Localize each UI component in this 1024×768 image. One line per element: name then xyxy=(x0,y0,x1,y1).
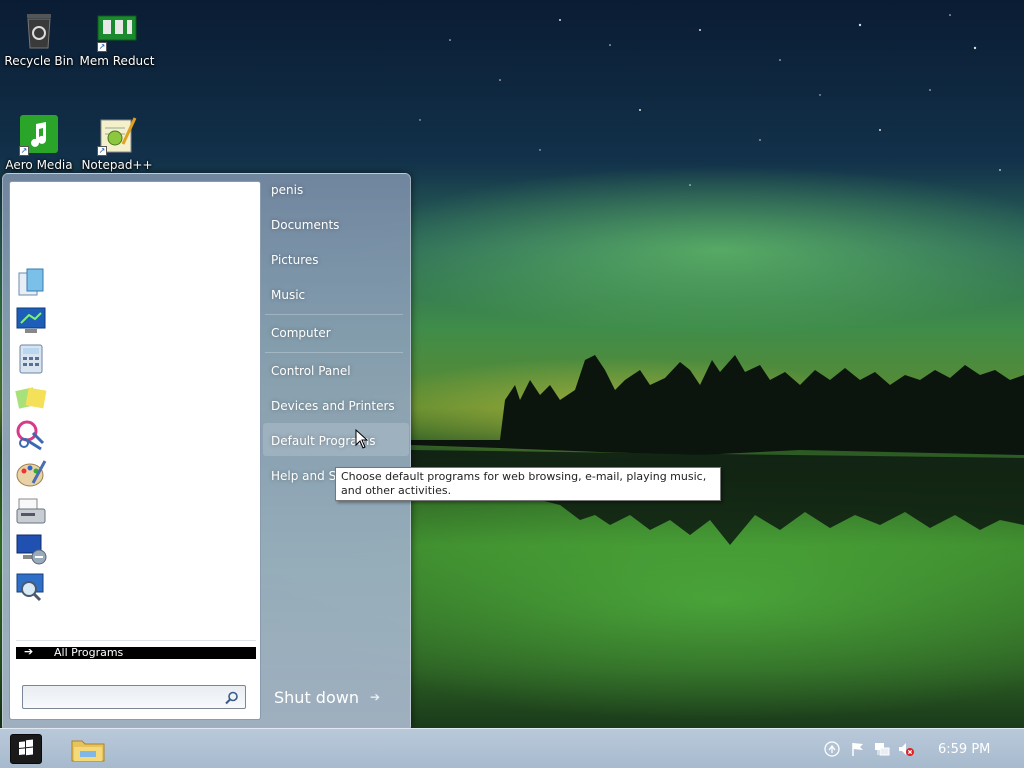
start-item-control-panel[interactable]: Control Panel xyxy=(271,364,351,378)
default-programs-tooltip: Choose default programs for web browsing… xyxy=(335,467,721,501)
shortcut-arrow-icon: ↗ xyxy=(97,146,107,156)
desktop-icon-label: Notepad++ xyxy=(81,158,153,172)
calculator-icon[interactable] xyxy=(15,343,47,375)
network-icon[interactable] xyxy=(874,741,890,757)
file-explorer-icon xyxy=(71,740,105,762)
shortcut-arrow-icon: ↗ xyxy=(19,146,29,156)
desktop-icon-notepad-plus[interactable]: ↗ Notepad++ xyxy=(78,114,156,174)
desktop-icon-mem-reduct[interactable]: ↗ Mem Reduct xyxy=(78,10,156,68)
start-item-pictures[interactable]: Pictures xyxy=(271,253,319,267)
volume-muted-icon[interactable] xyxy=(898,741,914,757)
action-center-up-icon[interactable] xyxy=(824,741,840,757)
shutdown-button[interactable]: Shut down xyxy=(274,688,359,707)
start-item-music[interactable]: Music xyxy=(271,288,305,302)
notepad-icon: ↗ xyxy=(97,114,137,156)
start-item-computer[interactable]: Computer xyxy=(271,326,331,340)
desktop-icon-label: Mem Reduct xyxy=(79,54,155,68)
all-programs-label: All Programs xyxy=(54,646,124,659)
start-search-box[interactable] xyxy=(22,685,246,709)
flag-icon[interactable] xyxy=(850,741,866,757)
programs-divider xyxy=(16,640,256,641)
magnifier-icon[interactable] xyxy=(15,571,47,603)
start-button[interactable] xyxy=(10,734,42,764)
desktop-icon-recycle-bin[interactable]: Recycle Bin xyxy=(0,10,78,68)
file-explorer-button[interactable] xyxy=(68,733,108,765)
start-item-devices-printers[interactable]: Devices and Printers xyxy=(271,399,395,413)
shutdown-options-arrow-icon[interactable]: ➔ xyxy=(370,690,380,704)
desktop-icon-aero-media[interactable]: ↗ Aero Media xyxy=(0,114,78,174)
remote-desktop-icon[interactable] xyxy=(15,305,47,337)
snipping-tool-icon[interactable] xyxy=(15,419,47,451)
desktop-icon-label: Recycle Bin xyxy=(4,54,74,68)
menu-separator xyxy=(265,352,403,353)
getting-started-icon[interactable] xyxy=(15,267,47,299)
start-search-input[interactable] xyxy=(23,686,213,709)
start-menu: ➔ All Programs penis Documents Pictures … xyxy=(2,173,411,728)
remote-connection-icon[interactable] xyxy=(15,533,47,565)
start-menu-programs-pane: ➔ All Programs xyxy=(9,181,261,720)
all-programs-button[interactable]: ➔ All Programs xyxy=(16,645,256,659)
start-item-documents[interactable]: Documents xyxy=(271,218,339,232)
fax-scan-icon[interactable] xyxy=(15,495,47,527)
windows-start-icon xyxy=(19,739,33,756)
recycle-bin-icon xyxy=(19,10,59,50)
start-item-user-folder[interactable]: penis xyxy=(271,183,303,197)
search-icon[interactable] xyxy=(225,690,239,705)
music-note-icon: ↗ xyxy=(19,114,59,156)
taskbar: 6:59 PM xyxy=(0,728,1024,768)
shortcut-arrow-icon: ↗ xyxy=(97,42,107,52)
arrow-right-icon: ➔ xyxy=(24,645,34,658)
taskbar-clock[interactable]: 6:59 PM xyxy=(938,742,990,757)
sticky-notes-icon[interactable] xyxy=(15,381,47,413)
memory-icon: ↗ xyxy=(97,10,137,52)
mouse-cursor-icon xyxy=(355,429,369,449)
desktop-icon-label: Aero Media xyxy=(5,158,73,172)
paint-icon[interactable] xyxy=(15,457,47,489)
menu-separator xyxy=(265,314,403,315)
